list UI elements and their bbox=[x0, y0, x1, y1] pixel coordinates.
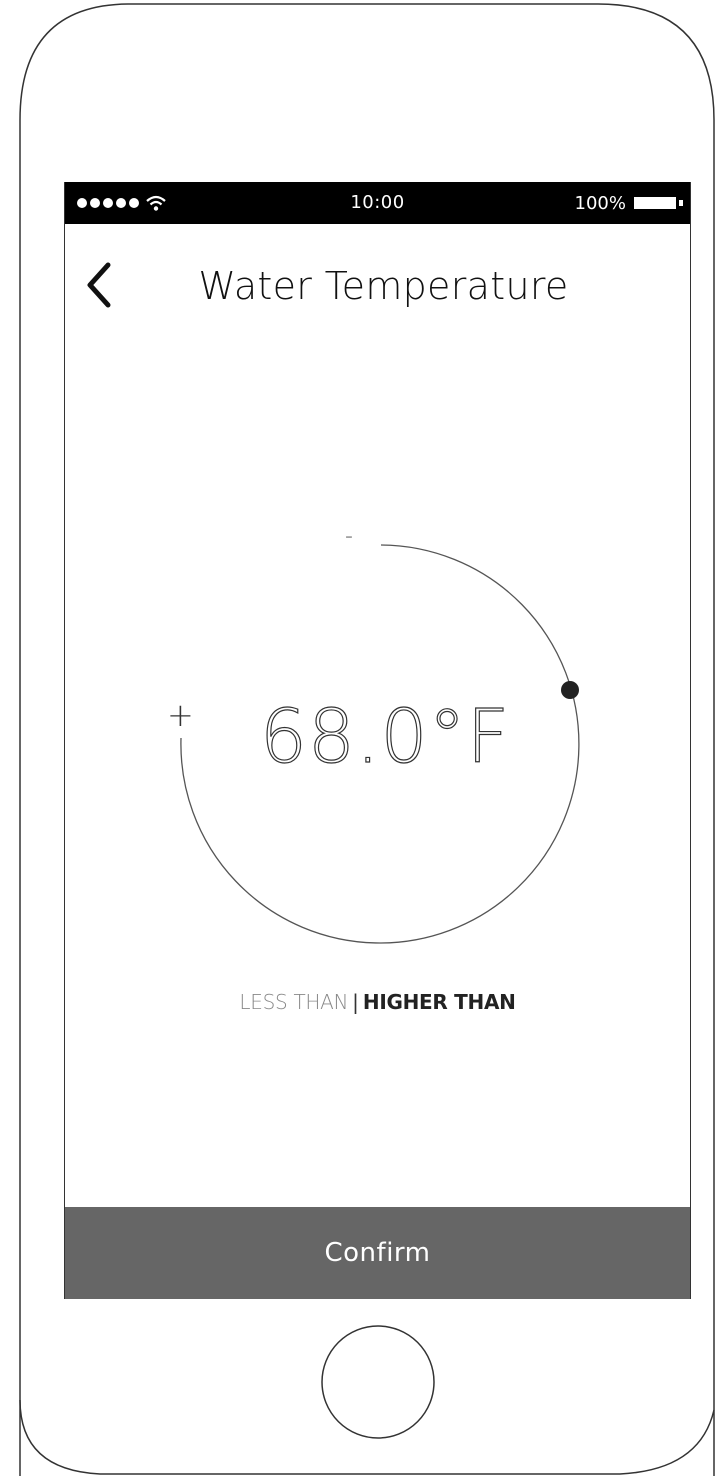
home-button bbox=[321, 1325, 435, 1439]
mode-separator: | bbox=[352, 990, 359, 1014]
device-screen: 10:00 100% Water Temperature - + 68.0°F … bbox=[64, 182, 691, 1299]
confirm-button[interactable]: Confirm bbox=[65, 1207, 690, 1299]
temperature-value-text: 68.0°F bbox=[259, 693, 511, 780]
mode-higher-than[interactable]: HIGHER THAN bbox=[363, 990, 516, 1014]
comparison-mode-toggle: LESS THAN | HIGHER THAN bbox=[65, 990, 690, 1014]
decrease-label[interactable]: - bbox=[345, 524, 353, 549]
mode-less-than[interactable]: LESS THAN bbox=[239, 990, 348, 1014]
temperature-value: 68.0°F bbox=[185, 693, 585, 780]
